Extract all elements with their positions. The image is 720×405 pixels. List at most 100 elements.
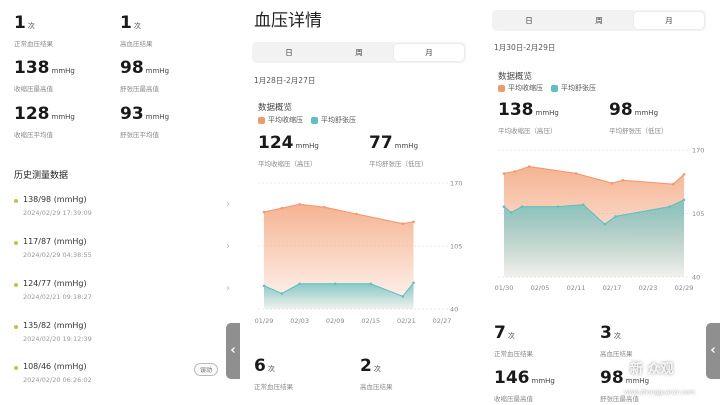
stat-label: 收缩压最高值 xyxy=(14,85,53,93)
stat-unit: mmHg xyxy=(394,142,419,150)
chevron-left-icon: ‹ xyxy=(710,343,716,358)
x-tick-label: 02/27 xyxy=(433,317,452,325)
diastolic-point xyxy=(298,282,301,286)
stat-value: 77 xyxy=(369,133,393,153)
chart-legend: 平均收缩压 平均舒张压 xyxy=(258,115,364,125)
stat-unit: mmHg xyxy=(51,67,75,75)
legend-item-systolic: 平均收缩压 xyxy=(498,83,543,93)
legend-label: 平均舒张压 xyxy=(561,84,596,92)
stat-value: 146 xyxy=(494,368,530,388)
legend-label: 平均舒张压 xyxy=(321,116,356,124)
stat-value: 1 xyxy=(120,13,132,33)
history-title: 历史测量数据 xyxy=(14,171,69,181)
stat-label: 高血压结果 xyxy=(600,350,633,358)
history-row[interactable]: 117/87 (mmHg) 2024/02/29 04:38:55 › xyxy=(12,237,234,273)
stat-value: 138 xyxy=(498,100,534,120)
chevron-right-icon: › xyxy=(226,199,230,210)
diastolic-point xyxy=(614,215,617,218)
stat-high-count: 2次 高血压结果 xyxy=(360,357,393,391)
stat-normal-count: 1次 正常血压结果 xyxy=(14,14,53,48)
stat-value: 93 xyxy=(120,104,144,124)
systolic-point xyxy=(280,206,284,210)
stat-value: 98 xyxy=(609,100,633,120)
stat-unit: 次 xyxy=(267,365,275,373)
status-dot xyxy=(14,325,18,329)
systolic-point xyxy=(355,212,358,216)
stat-value: 124 xyxy=(258,133,294,153)
diastolic-point xyxy=(682,198,686,202)
stat-label: 正常血压结果 xyxy=(254,383,293,391)
y-tick-label: 170 xyxy=(450,180,462,188)
x-tick-label: 02/03 xyxy=(290,317,309,325)
history-value: 138/98 (mmHg) xyxy=(23,195,87,204)
stat-label: 高血压结果 xyxy=(360,383,393,391)
bp-chart-month: 40 105 170 01/29 02/03 02/09 02/15 02/21 02/27 xyxy=(255,180,463,326)
tab-week[interactable]: 周 xyxy=(564,12,634,29)
date-range: 1月28日-2月27日 xyxy=(254,76,316,85)
diastolic-point xyxy=(520,205,524,208)
stat-label: 平均舒张压（低压） xyxy=(369,160,428,168)
x-tick-label: 02/29 xyxy=(675,284,694,292)
tab-day[interactable]: 日 xyxy=(254,44,324,61)
history-row[interactable]: 135/82 (mmHg) 2024/02/20 19:12:39 › xyxy=(12,321,234,357)
diastolic-point xyxy=(280,292,284,295)
side-drawer-handle[interactable]: ‹ xyxy=(706,323,720,379)
systolic-point xyxy=(513,170,517,173)
screenshot-collage: 1次 正常血压结果 1次 高血压结果 138 mmHg 收缩压最高值 98 mmHg… xyxy=(0,0,720,405)
stat-unit: mmHg xyxy=(634,109,659,117)
avg-diastolic: 77 mmHg 平均舒张压（低压） xyxy=(369,134,428,168)
x-tick-label: 02/05 xyxy=(531,284,550,292)
diastolic-point xyxy=(333,282,337,286)
overview-title: 数据概览 xyxy=(498,72,533,82)
history-value: 135/82 (mmHg) xyxy=(23,321,87,330)
history-time: 2024/02/20 19:12:39 xyxy=(23,335,92,343)
stat-normal-count: 7次 正常血压结果 xyxy=(494,324,533,358)
legend-item-systolic: 平均收缩压 xyxy=(258,115,303,125)
stat-unit: 次 xyxy=(27,22,35,30)
stat-value: 128 xyxy=(14,104,50,124)
x-tick-label: 02/23 xyxy=(639,284,658,292)
diastolic-point xyxy=(556,205,560,208)
stat-label: 舒张压最高值 xyxy=(120,85,159,93)
stat-label: 收缩压平均值 xyxy=(14,131,53,139)
legend-swatch xyxy=(258,116,265,124)
stat-sys-max: 146 mmHg 收缩压最高值 xyxy=(494,369,555,403)
chevron-right-icon: › xyxy=(226,241,230,252)
legend-swatch xyxy=(498,84,505,92)
history-row[interactable]: 124/77 (mmHg) 2024/02/21 09:18:27 › xyxy=(12,279,234,315)
stat-value: 7 xyxy=(494,323,506,343)
stat-value: 2 xyxy=(360,356,372,376)
stat-high-count: 3次 高血压结果 xyxy=(600,324,633,358)
history-value: 124/77 (mmHg) xyxy=(23,279,87,288)
legend-label: 平均收缩压 xyxy=(508,84,543,92)
stat-value: 98 xyxy=(600,368,624,388)
stat-normal-count: 6次 正常血压结果 xyxy=(254,357,293,391)
stat-unit: mmHg xyxy=(531,377,555,385)
side-drawer-handle[interactable]: ‹ xyxy=(226,323,240,379)
period-tabs: 日 周 月 xyxy=(252,42,466,63)
history-row[interactable]: 108/46 (mmHg) 2024/02/20 06:26:02 误动 › xyxy=(12,362,234,398)
legend-swatch xyxy=(551,84,558,92)
tab-month[interactable]: 月 xyxy=(634,12,704,29)
stat-label: 收缩压最高值 xyxy=(494,395,533,403)
period-tabs: 日 周 月 xyxy=(492,10,706,31)
tab-week[interactable]: 周 xyxy=(324,44,394,61)
tab-day[interactable]: 日 xyxy=(494,12,564,29)
stat-value: 1 xyxy=(14,13,26,33)
systolic-point xyxy=(527,165,531,168)
legend-item-diastolic: 平均舒张压 xyxy=(551,83,596,93)
bp-chart-month: 40 105 170 01/30 02/05 02/11 02/17 02/23 02/29 xyxy=(495,147,705,293)
x-tick-label: 02/11 xyxy=(567,284,586,292)
diastolic-point xyxy=(502,205,506,208)
stat-unit: 次 xyxy=(373,365,381,373)
systolic-point xyxy=(682,173,686,176)
systolic-point xyxy=(401,222,405,226)
history-row[interactable]: 138/98 (mmHg) 2024/02/29 17:39:09 › xyxy=(12,195,234,231)
tab-month[interactable]: 月 xyxy=(394,44,464,61)
stat-label: 平均收缩压（高压） xyxy=(258,160,317,168)
x-tick-label: 02/21 xyxy=(397,317,416,325)
history-time: 2024/02/29 04:38:55 xyxy=(23,251,92,259)
stat-sys-max: 138 mmHg 收缩压最高值 xyxy=(14,59,75,93)
y-tick-label: 40 xyxy=(692,274,700,282)
y-tick-label: 105 xyxy=(450,243,462,251)
